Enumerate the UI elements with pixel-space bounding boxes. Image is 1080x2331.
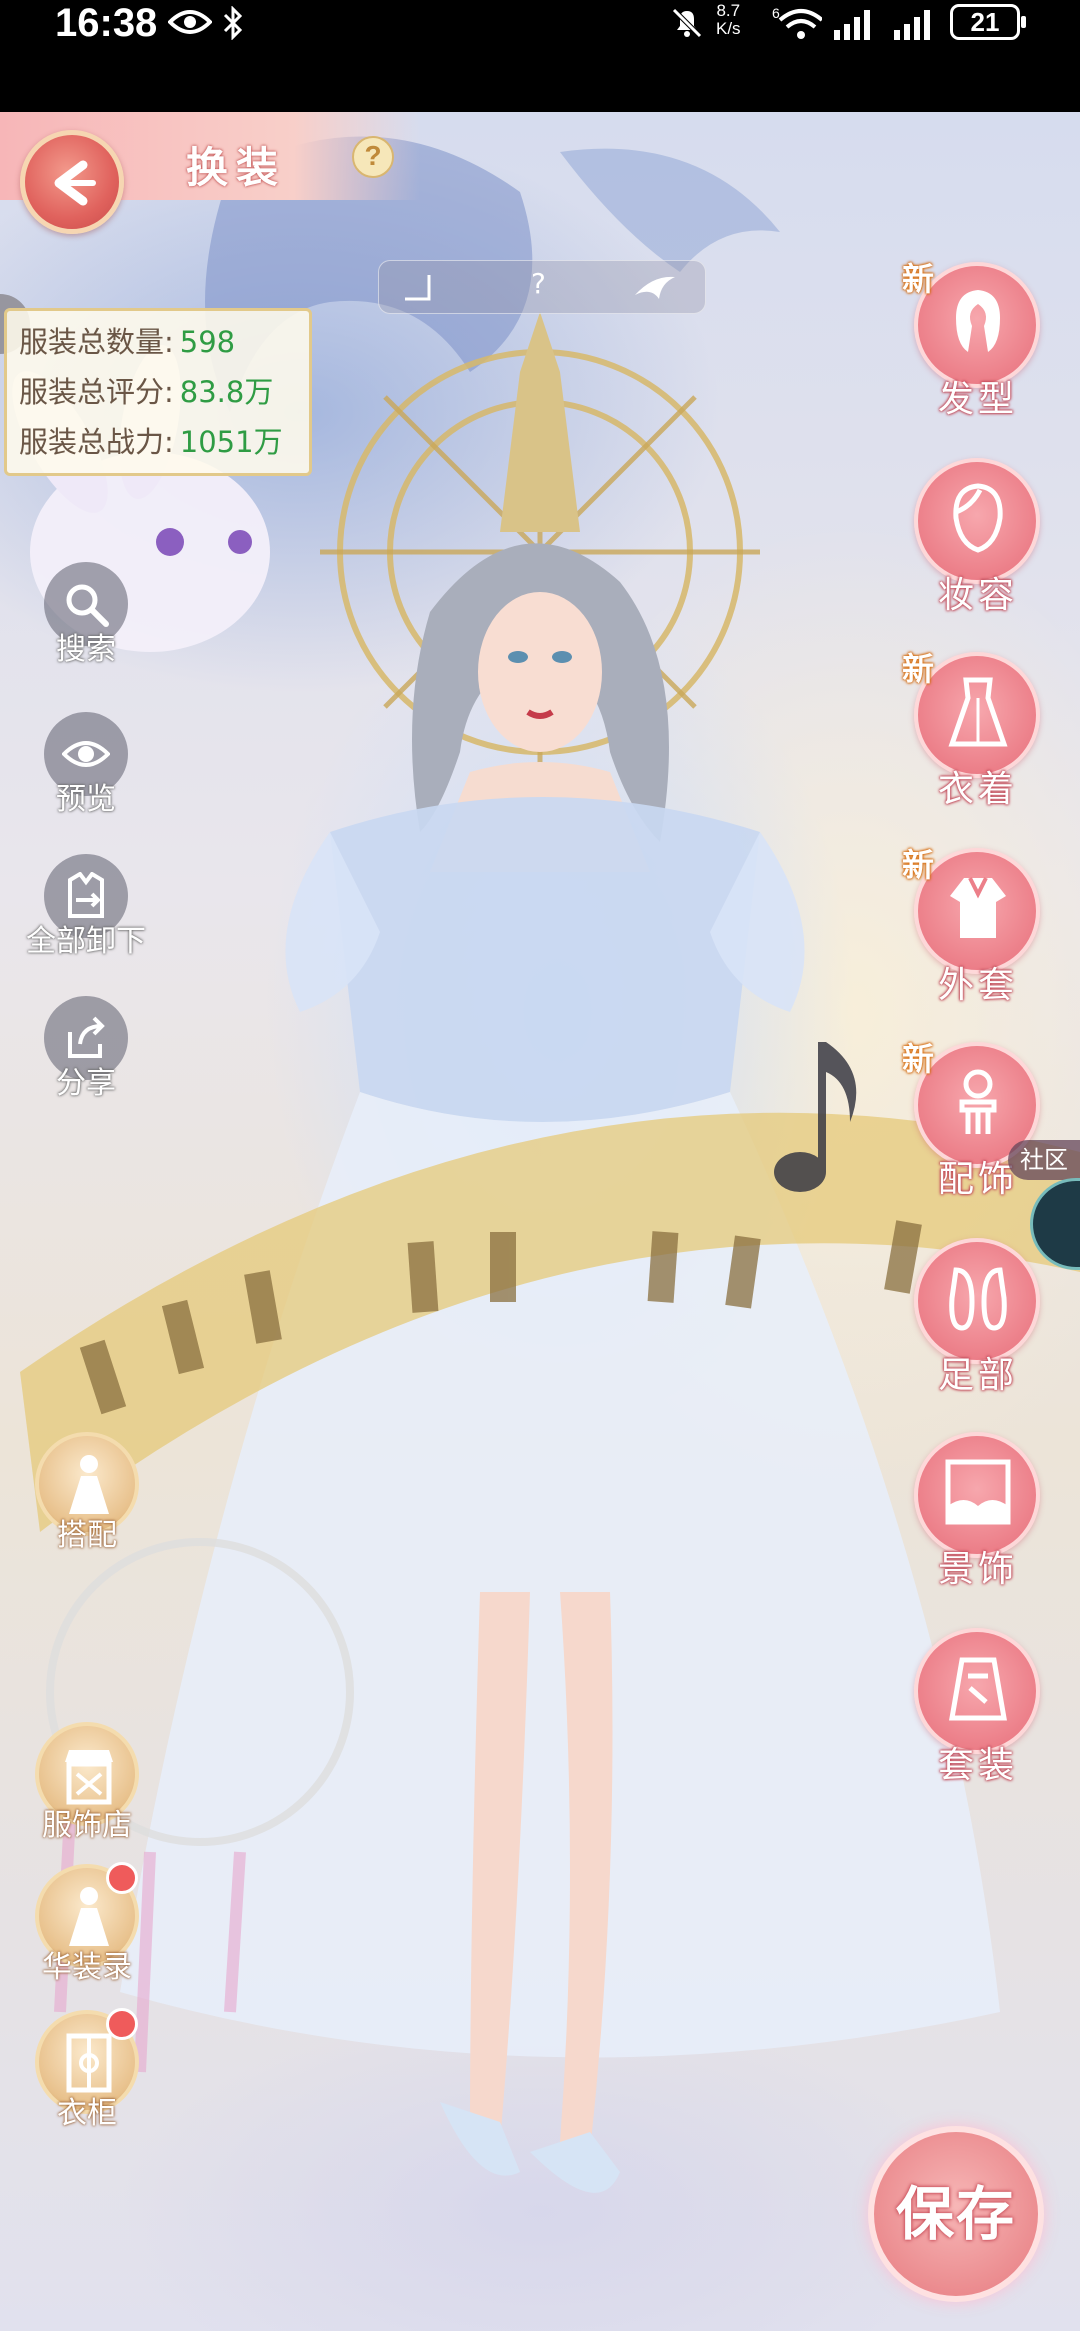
unequip-all-button[interactable]: 全部卸下 (26, 854, 146, 959)
search-label: 搜索 (56, 632, 116, 667)
category-clothing[interactable]: 衣着 新 (902, 650, 1048, 810)
community-tab[interactable]: 社区 (1008, 1140, 1080, 1180)
category-shoes[interactable]: 足部 (908, 1238, 1048, 1396)
category-makeup[interactable]: 妆容 (908, 458, 1048, 616)
collection-button[interactable]: 华装录 (32, 1862, 142, 1985)
outfit-set-icon (949, 1657, 1007, 1721)
preview-label: 预览 (56, 782, 116, 817)
top-banner-text: ? (531, 267, 546, 300)
wifi-badge: 6 (772, 6, 780, 21)
shoes-icon (949, 1267, 1007, 1331)
wardrobe-icon (66, 2033, 112, 2093)
signal-icon-2 (894, 10, 930, 40)
share-label: 分享 (56, 1066, 116, 1101)
stat-row-count: 服装总数量: 598 (19, 317, 235, 367)
collection-label: 华装录 (42, 1950, 132, 1985)
dress-figure-icon (69, 1455, 109, 1514)
category-shoes-label: 足部 (937, 1355, 1018, 1396)
hairstyle-icon (956, 290, 1000, 352)
search-button[interactable]: 搜索 (44, 562, 128, 667)
stat-value: 1051万 (179, 425, 283, 459)
eye-icon (168, 10, 212, 34)
signal-icon (834, 10, 870, 40)
mute-bell-icon (672, 8, 702, 38)
face-icon (953, 483, 1003, 553)
network-speed: 8.7 K/s (716, 2, 741, 38)
category-scenery-label: 景饰 (937, 1549, 1018, 1590)
status-bar: 16:38 8.7 K/s 6 21 (0, 0, 1080, 112)
stat-row-score: 服装总评分: 83.8万 (19, 367, 273, 417)
bird-icon (635, 276, 675, 299)
new-tag: 新 (902, 260, 935, 298)
category-coat-label: 外套 (937, 965, 1018, 1006)
dress-figure-icon (69, 1887, 109, 1946)
eye-icon (62, 741, 110, 767)
page-title: 换装 (186, 143, 287, 192)
accessory-icon (959, 1069, 997, 1134)
category-makeup-label: 妆容 (937, 575, 1018, 616)
save-button[interactable]: 保存 (868, 2126, 1044, 2302)
wardrobe-label: 衣柜 (57, 2096, 117, 2131)
save-label: 保存 (895, 2180, 1016, 2248)
camera-angle-icon (405, 275, 431, 301)
game-area: 换装 ? ? 服装总数量: 598 服装总评分: 83.8万 服装总战力: 1051万… (0, 112, 1080, 2331)
category-outfit-set[interactable]: 套装 (908, 1628, 1048, 1786)
shop-button[interactable]: 服饰店 (32, 1722, 142, 1843)
share-button[interactable]: 分享 (44, 996, 128, 1101)
match-button[interactable]: 搭配 (32, 1432, 142, 1553)
category-coat[interactable]: 外套 新 (902, 846, 1048, 1006)
stats-panel: 服装总数量: 598 服装总评分: 83.8万 服装总战力: 1051万 (4, 308, 312, 476)
stat-row-power: 服装总战力: 1051万 (19, 417, 283, 467)
category-hair-label: 发型 (937, 379, 1018, 420)
stat-value: 83.8万 (179, 375, 274, 409)
scenery-icon (945, 1459, 1011, 1525)
undress-icon (68, 872, 104, 918)
notification-dot (106, 1862, 138, 1894)
match-label: 搭配 (57, 1518, 117, 1553)
share-icon (68, 1016, 105, 1058)
top-banner[interactable]: ? (378, 260, 706, 314)
back-arrow-icon (54, 160, 96, 206)
network-speed-value: 8.7 (716, 1, 741, 20)
shop-label: 服饰店 (42, 1808, 132, 1843)
shop-icon (65, 1750, 113, 1805)
preview-button[interactable]: 预览 (44, 712, 128, 817)
help-icon[interactable]: ? (352, 136, 394, 178)
wifi-icon: 6 (772, 6, 822, 39)
stat-label: 服装总评分: (19, 375, 174, 409)
wardrobe-button[interactable]: 衣柜 (32, 2008, 142, 2131)
screen: 16:38 8.7 K/s 6 21 换装 ? ? 服装总数量: 598 服装总… (0, 0, 1080, 2331)
unequip-all-label: 全部卸下 (26, 924, 146, 959)
stat-value: 598 (179, 325, 236, 359)
new-tag: 新 (902, 1040, 935, 1078)
category-scenery[interactable]: 景饰 (908, 1432, 1048, 1590)
coat-icon (950, 877, 1006, 938)
category-clothing-label: 衣着 (937, 769, 1018, 810)
stat-label: 服装总战力: (19, 425, 174, 459)
network-speed-unit: K/s (716, 19, 741, 38)
status-time: 16:38 (55, 1, 158, 45)
new-tag: 新 (902, 846, 935, 884)
stat-label: 服装总数量: (19, 325, 174, 359)
category-hair[interactable]: 发型 新 (902, 260, 1048, 420)
search-icon (66, 584, 109, 627)
notification-dot (106, 2008, 138, 2040)
back-button[interactable] (20, 130, 124, 234)
category-outfit-set-label: 套装 (937, 1745, 1018, 1786)
bluetooth-icon (223, 6, 243, 40)
new-tag: 新 (902, 650, 935, 688)
battery-indicator: 21 (950, 4, 1026, 40)
dress-icon (948, 677, 1008, 747)
